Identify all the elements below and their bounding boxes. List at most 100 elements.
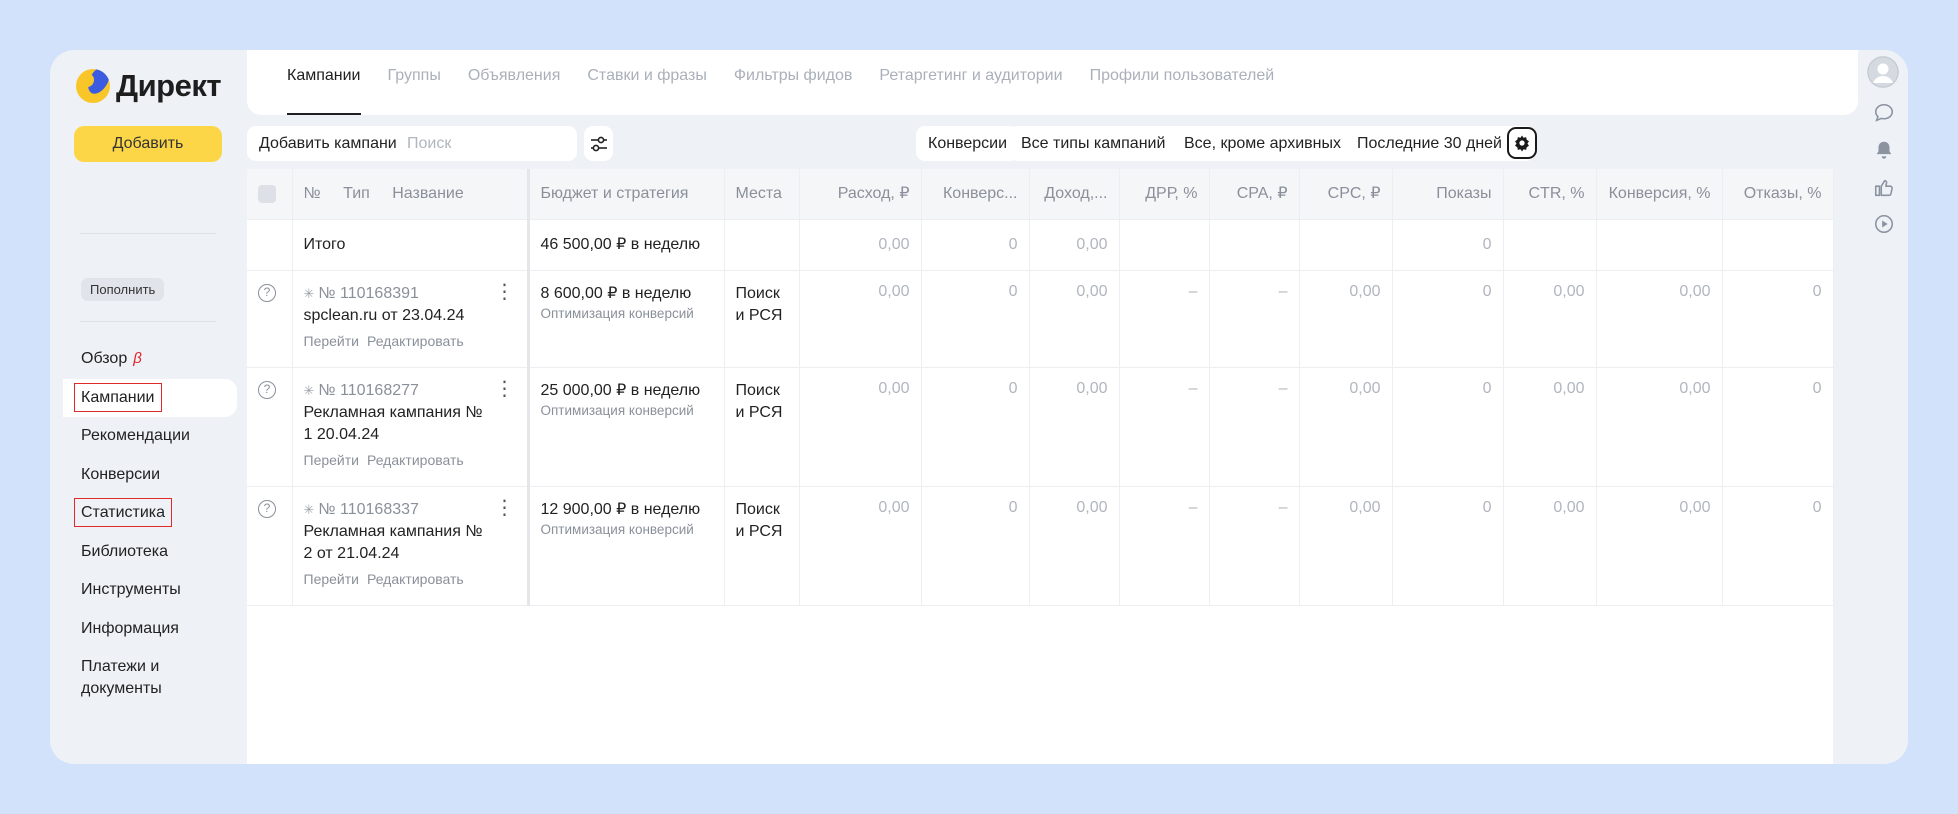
impressions-cell: 0 — [1392, 270, 1504, 368]
conversions-cell: 0 — [921, 367, 1030, 487]
budget-value: 8 600,00 ₽ в неделю — [540, 285, 692, 302]
sidebar-item-label: Инструменты — [81, 581, 181, 598]
header-name: № Тип Название — [292, 169, 530, 220]
table-row[interactable]: ? ✳ № 110168277 Рекламная кампания № 1 20… — [247, 367, 1834, 487]
col-bounces[interactable]: Отказы, % — [1722, 169, 1834, 220]
col-budget[interactable]: Бюджет и стратегия — [528, 169, 725, 220]
table-row[interactable]: ? ✳ № 110168391 spclean.ru от 23.04.24 Пе… — [247, 270, 1834, 368]
sidebar-item-label: Статистика — [73, 498, 173, 527]
table-settings-button[interactable] — [1507, 127, 1537, 159]
status-filter-select[interactable]: Все, кроме архивных — [1172, 126, 1374, 161]
go-link[interactable]: Перейти — [304, 452, 359, 468]
sidebar-item-conversions[interactable]: Конверсии — [50, 456, 247, 495]
bounces-cell: 0 — [1722, 486, 1834, 606]
tab-bids-phrases[interactable]: Ставки и фразы — [587, 50, 706, 115]
bell-icon[interactable] — [1871, 137, 1897, 163]
spend-cell: 0,00 — [799, 486, 922, 606]
tab-campaigns[interactable]: Кампании — [287, 50, 361, 115]
edit-link[interactable]: Редактировать — [367, 571, 464, 587]
campaign-number: ✳ № 110168277 — [304, 380, 495, 402]
more-icon[interactable]: ⋮ — [495, 282, 515, 302]
col-name[interactable]: Название — [392, 185, 464, 202]
conversions-button[interactable]: Конверсии — [916, 126, 1020, 161]
table-row[interactable]: ? ✳ № 110168337 Рекламная кампания № 2 от… — [247, 486, 1834, 606]
campaign-name[interactable]: Рекламная кампания № 2 от 21.04.24 — [304, 521, 495, 565]
sidebar-item-overview[interactable]: Обзор β — [50, 340, 247, 379]
col-cpa[interactable]: CPA, ₽ — [1209, 169, 1300, 220]
tab-ads[interactable]: Объявления — [468, 50, 561, 115]
tab-feed-filters[interactable]: Фильтры фидов — [734, 50, 853, 115]
campaign-name[interactable]: spclean.ru от 23.04.24 — [304, 305, 495, 327]
edit-link[interactable]: Редактировать — [367, 333, 464, 349]
select-value: Все, кроме архивных — [1184, 135, 1341, 152]
impressions-cell: 0 — [1392, 486, 1504, 606]
sidebar-item-label: Информация — [81, 619, 179, 637]
more-icon[interactable]: ⋮ — [495, 498, 515, 518]
cell — [1503, 219, 1597, 271]
add-campaign-button[interactable]: Добавить кампанию — [247, 126, 421, 161]
col-conversions[interactable]: Конверс... — [921, 169, 1030, 220]
cpa-cell: – — [1209, 367, 1300, 487]
campaign-links: Перейти Редактировать — [304, 333, 495, 349]
filter-settings-button[interactable] — [584, 126, 613, 161]
col-revenue[interactable]: Доход,... — [1029, 169, 1120, 220]
col-ctr[interactable]: CTR, % — [1503, 169, 1597, 220]
play-icon[interactable] — [1871, 211, 1897, 237]
table-header-row: № Тип Название Бюджет и стратегия Места … — [247, 169, 1834, 220]
search-input[interactable] — [397, 126, 577, 161]
logo[interactable]: Директ — [76, 68, 222, 104]
tab-groups[interactable]: Группы — [388, 50, 441, 115]
col-places[interactable]: Места — [724, 169, 800, 220]
strategy-value: Оптимизация конверсий — [540, 522, 694, 537]
col-spend[interactable]: Расход, ₽ — [799, 169, 922, 220]
total-spend: 0,00 — [799, 219, 922, 271]
topup-button[interactable]: Пополнить — [81, 278, 165, 301]
more-icon[interactable]: ⋮ — [495, 379, 515, 399]
status-cell: ? — [247, 486, 293, 606]
sidebar-item-recommendations[interactable]: Рекомендации — [50, 417, 247, 456]
chat-icon[interactable] — [1871, 100, 1897, 126]
cpc-cell: 0,00 — [1299, 270, 1393, 368]
total-conversions: 0 — [921, 219, 1030, 271]
status-cell: ? — [247, 270, 293, 368]
campaign-type-select[interactable]: Все типы кампаний — [1009, 126, 1199, 161]
sidebar-item-payments[interactable]: Платежи и документы — [50, 648, 190, 706]
sparkle-icon: ✳ — [303, 286, 315, 301]
spend-cell: 0,00 — [799, 270, 922, 368]
tab-user-profiles[interactable]: Профили пользователей — [1090, 50, 1275, 115]
cpc-cell: 0,00 — [1299, 367, 1393, 487]
avatar[interactable] — [1867, 56, 1899, 88]
divider — [80, 233, 216, 234]
select-all-checkbox[interactable] — [258, 185, 276, 203]
col-type[interactable]: Тип — [343, 185, 370, 202]
campaign-name[interactable]: Рекламная кампания № 1 20.04.24 — [304, 402, 495, 446]
sidebar-item-label: Кампании — [74, 382, 162, 412]
add-button[interactable]: Добавить — [74, 126, 222, 162]
question-icon[interactable]: ? — [258, 381, 276, 399]
question-icon[interactable]: ? — [258, 284, 276, 302]
col-impressions[interactable]: Показы — [1392, 169, 1504, 220]
go-link[interactable]: Перейти — [304, 333, 359, 349]
cell — [247, 219, 293, 271]
campaign-cell: ✳ № 110168391 spclean.ru от 23.04.24 Пере… — [292, 270, 530, 368]
col-conv-rate[interactable]: Конверсия, % — [1596, 169, 1723, 220]
go-link[interactable]: Перейти — [304, 571, 359, 587]
campaigns-table: № Тип Название Бюджет и стратегия Места … — [247, 169, 1834, 764]
total-row: Итого 46 500,00 ₽ в неделю 0,00 0 0,00 0 — [247, 219, 1834, 271]
col-cpc[interactable]: CPC, ₽ — [1299, 169, 1393, 220]
edit-link[interactable]: Редактировать — [367, 452, 464, 468]
question-icon[interactable]: ? — [258, 500, 276, 518]
sidebar-item-campaigns[interactable]: Кампании — [63, 378, 237, 417]
col-num[interactable]: № — [304, 185, 321, 202]
sidebar-item-library[interactable]: Библиотека — [50, 533, 247, 572]
thumbs-up-icon[interactable] — [1871, 175, 1897, 201]
cpc-cell: 0,00 — [1299, 486, 1393, 606]
ctr-cell: 0,00 — [1503, 367, 1597, 487]
col-drr[interactable]: ДРР, % — [1119, 169, 1210, 220]
tab-retargeting[interactable]: Ретаргетинг и аудитории — [879, 50, 1062, 115]
header: Кампании Группы Объявления Ставки и фраз… — [247, 50, 1858, 115]
sidebar-item-statistics[interactable]: Статистика — [50, 494, 247, 533]
logo-text: Директ — [116, 68, 222, 103]
sidebar-item-tools[interactable]: Инструменты — [50, 571, 247, 610]
sidebar-item-information[interactable]: Информация — [50, 610, 247, 649]
